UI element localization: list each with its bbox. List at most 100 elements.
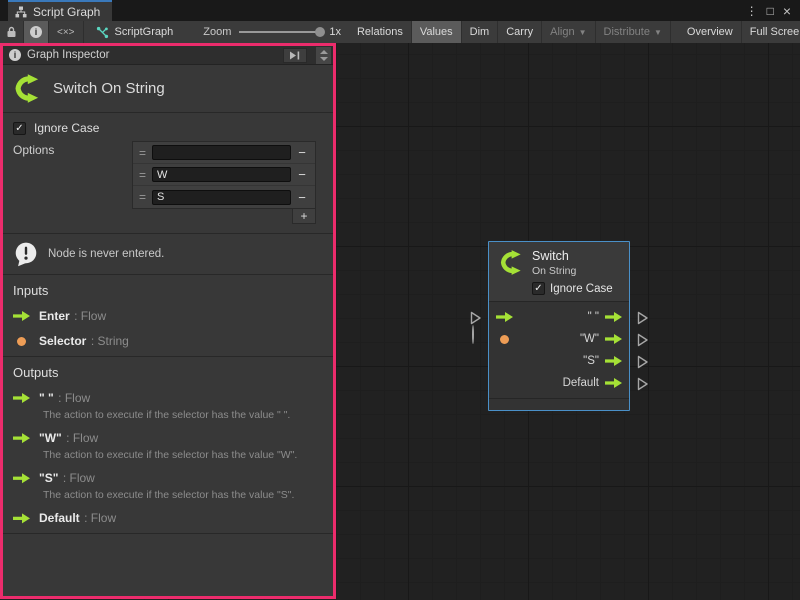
hierarchy-icon	[15, 6, 27, 18]
values-button[interactable]: Values	[412, 21, 462, 43]
outputs-section: Outputs " " : Flow The action to execute…	[3, 357, 333, 533]
close-icon[interactable]: ×	[783, 4, 791, 18]
chevron-down-icon: ▼	[579, 28, 587, 37]
graph-name: ScriptGraph	[115, 26, 174, 38]
info-icon: i	[30, 26, 42, 38]
relations-button[interactable]: Relations	[349, 21, 412, 43]
toolbar-buttons: Relations Values Dim Carry Align ▼ Distr…	[349, 21, 800, 43]
inspector-header[interactable]: i Graph Inspector	[3, 46, 333, 65]
inspector-title: Graph Inspector	[27, 49, 109, 61]
zoom-label: Zoom	[203, 26, 231, 38]
input-row: Selector : String	[13, 332, 323, 350]
option-row: = −	[133, 186, 315, 208]
port-label: "S"	[583, 355, 599, 367]
window-menu-icon[interactable]: ⋮	[746, 5, 758, 17]
script-graph-icon	[96, 26, 109, 39]
panel-scrubber[interactable]	[316, 47, 331, 64]
drag-handle-icon[interactable]: =	[133, 146, 152, 160]
external-flow-input-stub[interactable]	[469, 311, 482, 325]
graph-inspector-panel: i Graph Inspector Switch On String ✓ Ign…	[0, 43, 336, 599]
option-input[interactable]	[152, 190, 291, 205]
switch-icon	[497, 249, 524, 276]
window-controls: ⋮ □ ×	[746, 0, 800, 21]
distribute-dropdown[interactable]: Distribute ▼	[596, 21, 671, 43]
zoom-slider-handle[interactable]	[315, 27, 325, 37]
flow-port-icon	[13, 392, 30, 404]
dim-button[interactable]: Dim	[462, 21, 499, 43]
inputs-title: Inputs	[13, 283, 323, 298]
remove-option-button[interactable]: −	[291, 168, 313, 181]
node-body: " " "W" "S" Default	[489, 302, 629, 398]
code-icon: <×>	[57, 27, 75, 38]
ignore-case-checkbox[interactable]: ✓	[13, 122, 26, 135]
external-output-stub[interactable]	[636, 333, 649, 347]
option-input[interactable]	[152, 145, 291, 160]
options-list: = − = − = −	[132, 141, 316, 209]
flow-port-icon	[13, 432, 30, 444]
inspector-empty-area	[3, 534, 333, 596]
zoom-slider[interactable]	[239, 31, 321, 33]
tab-title: Script Graph	[33, 5, 100, 19]
external-output-stub[interactable]	[636, 355, 649, 369]
node-ignore-case-checkbox[interactable]: ✓	[532, 282, 545, 295]
outputs-title: Outputs	[13, 365, 323, 380]
ignore-case-label: Ignore Case	[34, 121, 99, 135]
option-input[interactable]	[152, 167, 291, 182]
drag-handle-icon[interactable]: =	[133, 168, 152, 182]
external-output-stub[interactable]	[636, 311, 649, 325]
lock-button[interactable]	[0, 21, 24, 43]
warning-text: Node is never entered.	[48, 248, 164, 260]
port-label: " "	[588, 311, 599, 323]
scrub-up-icon[interactable]	[320, 50, 328, 54]
enter-port-icon[interactable]	[496, 311, 513, 323]
inspector-node-title: Switch On String	[53, 80, 165, 97]
node-header[interactable]: Switch On String ✓ Ignore Case	[489, 242, 629, 302]
output-description: The action to execute if the selector ha…	[43, 449, 323, 462]
dock-panel-button[interactable]	[283, 48, 307, 63]
overview-button[interactable]: Overview	[679, 21, 742, 43]
output-description: The action to execute if the selector ha…	[43, 409, 323, 422]
drag-handle-icon[interactable]: =	[133, 190, 152, 204]
remove-option-button[interactable]: −	[291, 191, 313, 204]
option-row: = −	[133, 164, 315, 186]
scrub-down-icon[interactable]	[320, 57, 328, 61]
maximize-icon[interactable]: □	[767, 5, 774, 17]
graph-toolbar: i <×> ScriptGraph Zoom 1x Relations Valu…	[0, 21, 800, 43]
tab-script-graph[interactable]: Script Graph	[8, 0, 112, 21]
graph-breadcrumb[interactable]: ScriptGraph	[84, 21, 184, 43]
output-row: Default : Flow	[13, 509, 323, 527]
node-subtitle: On String	[532, 265, 613, 277]
output-port-icon[interactable]	[605, 311, 622, 323]
remove-option-button[interactable]: −	[291, 146, 313, 159]
switch-icon	[11, 73, 42, 104]
input-row: Enter : Flow	[13, 307, 323, 325]
inspector-toggle-button[interactable]: i	[24, 21, 49, 43]
dock-icon	[289, 51, 301, 60]
output-port-icon[interactable]	[605, 355, 622, 367]
node-title: Switch	[532, 249, 613, 263]
switch-on-string-node[interactable]: Switch On String ✓ Ignore Case " " "W"	[488, 241, 630, 411]
inspector-node-title-row: Switch On String	[3, 65, 333, 112]
external-output-stub[interactable]	[636, 377, 649, 391]
node-properties: ✓ Ignore Case Options = − = −	[3, 113, 333, 233]
flow-port-icon	[13, 512, 30, 524]
inputs-section: Inputs Enter : Flow Selector : String	[3, 275, 333, 356]
output-port-icon[interactable]	[605, 377, 622, 389]
selector-port-icon[interactable]	[500, 335, 509, 344]
node-ignore-case-label: Ignore Case	[550, 283, 613, 295]
generated-code-button[interactable]: <×>	[49, 21, 84, 43]
tab-strip: Script Graph ⋮ □ ×	[0, 0, 800, 21]
carry-button[interactable]: Carry	[498, 21, 542, 43]
full-screen-button[interactable]: Full Screen	[742, 21, 800, 43]
lock-icon	[6, 26, 17, 38]
zoom-value: 1x	[329, 26, 341, 38]
add-option-button[interactable]: +	[292, 209, 316, 224]
port-label: Default	[563, 377, 599, 389]
output-row: " " : Flow	[13, 389, 323, 407]
output-port-icon[interactable]	[605, 333, 622, 345]
option-row: = −	[133, 142, 315, 164]
align-dropdown[interactable]: Align ▼	[542, 21, 595, 43]
port-label: "W"	[580, 333, 599, 345]
output-description: The action to execute if the selector ha…	[43, 489, 323, 502]
zoom-control: Zoom 1x	[183, 21, 349, 43]
